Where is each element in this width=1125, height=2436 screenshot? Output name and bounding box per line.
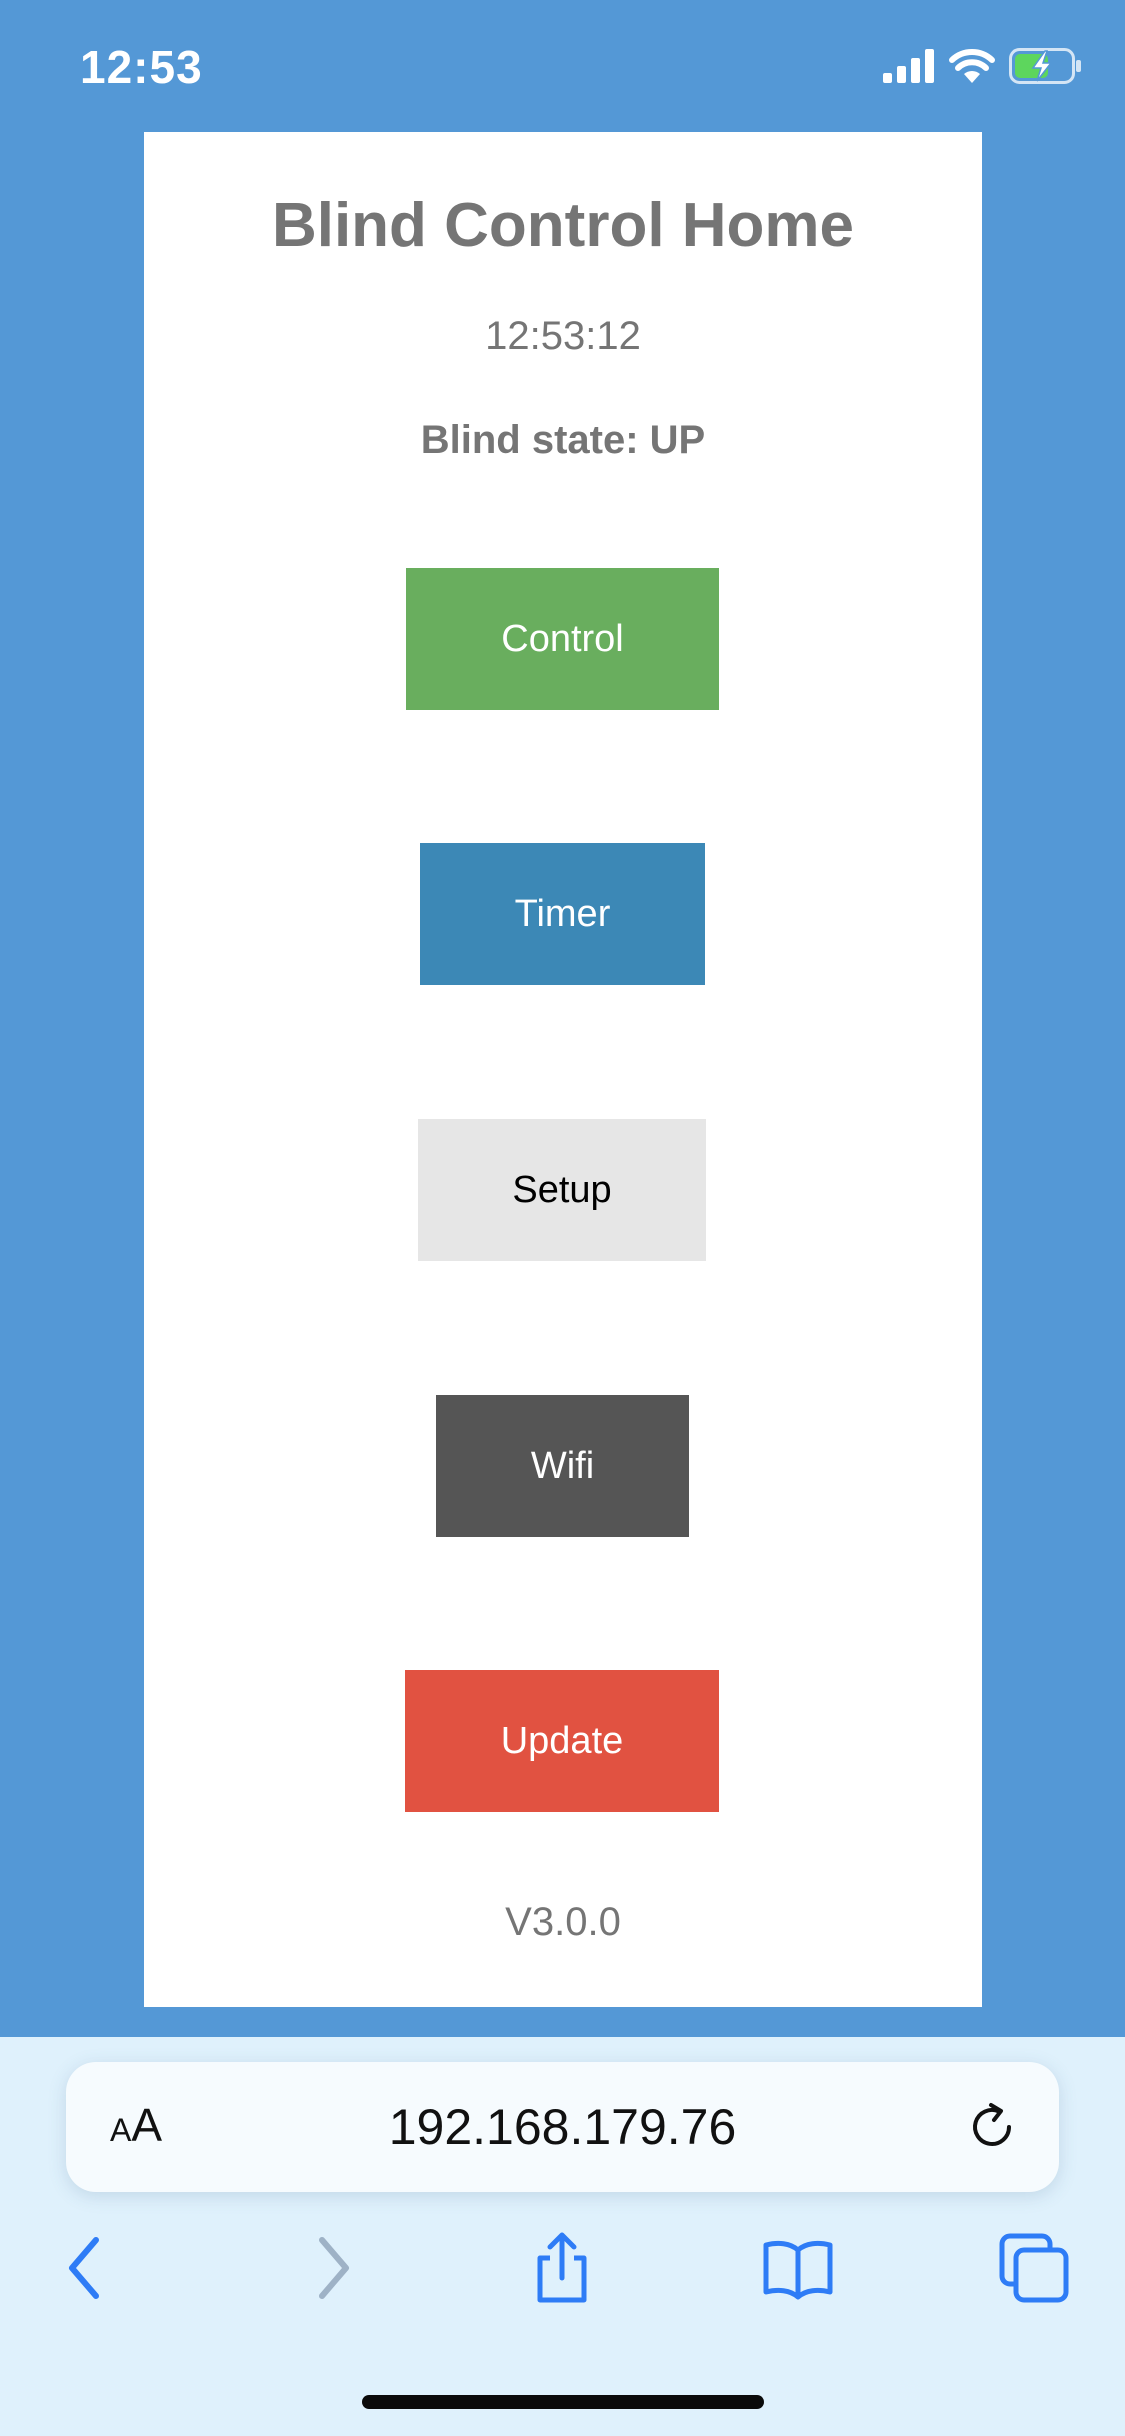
clock-display: 12:53:12	[485, 314, 641, 358]
url-text[interactable]: 192.168.179.76	[66, 2098, 1059, 2156]
control-button-label: Control	[501, 617, 624, 660]
browser-bottom-bar: AA 192.168.179.76	[0, 2037, 1125, 2436]
bookmarks-icon[interactable]	[762, 2232, 834, 2304]
update-button[interactable]: Update	[405, 1670, 719, 1812]
setup-button[interactable]: Setup	[418, 1119, 706, 1261]
page-card: Blind Control Home 12:53:12 Blind state:…	[144, 132, 982, 2007]
share-icon[interactable]	[526, 2232, 598, 2304]
back-icon[interactable]	[50, 2232, 122, 2304]
page-title: Blind Control Home	[271, 191, 855, 260]
home-indicator[interactable]	[362, 2395, 764, 2409]
wifi-button-label: Wifi	[530, 1444, 595, 1487]
setup-button-label: Setup	[512, 1168, 612, 1211]
tabs-icon[interactable]	[998, 2232, 1070, 2304]
timer-button[interactable]: Timer	[420, 843, 705, 985]
control-button[interactable]: Control	[406, 568, 719, 710]
blind-state-label: Blind state: UP	[420, 418, 706, 462]
wifi-icon	[949, 49, 995, 83]
timer-button-label: Timer	[514, 892, 611, 935]
status-time: 12:53	[80, 41, 203, 93]
reload-icon[interactable]	[963, 2098, 1021, 2156]
status-bar: 12:53	[0, 0, 1125, 132]
status-icons	[883, 48, 1083, 84]
address-bar[interactable]: AA 192.168.179.76	[66, 2062, 1059, 2192]
version-label: V3.0.0	[505, 1900, 621, 1944]
battery-charging-icon	[1009, 48, 1083, 84]
wifi-button[interactable]: Wifi	[436, 1395, 689, 1537]
forward-icon[interactable]	[296, 2232, 368, 2304]
cellular-signal-icon	[883, 49, 935, 83]
update-button-label: Update	[500, 1719, 624, 1762]
